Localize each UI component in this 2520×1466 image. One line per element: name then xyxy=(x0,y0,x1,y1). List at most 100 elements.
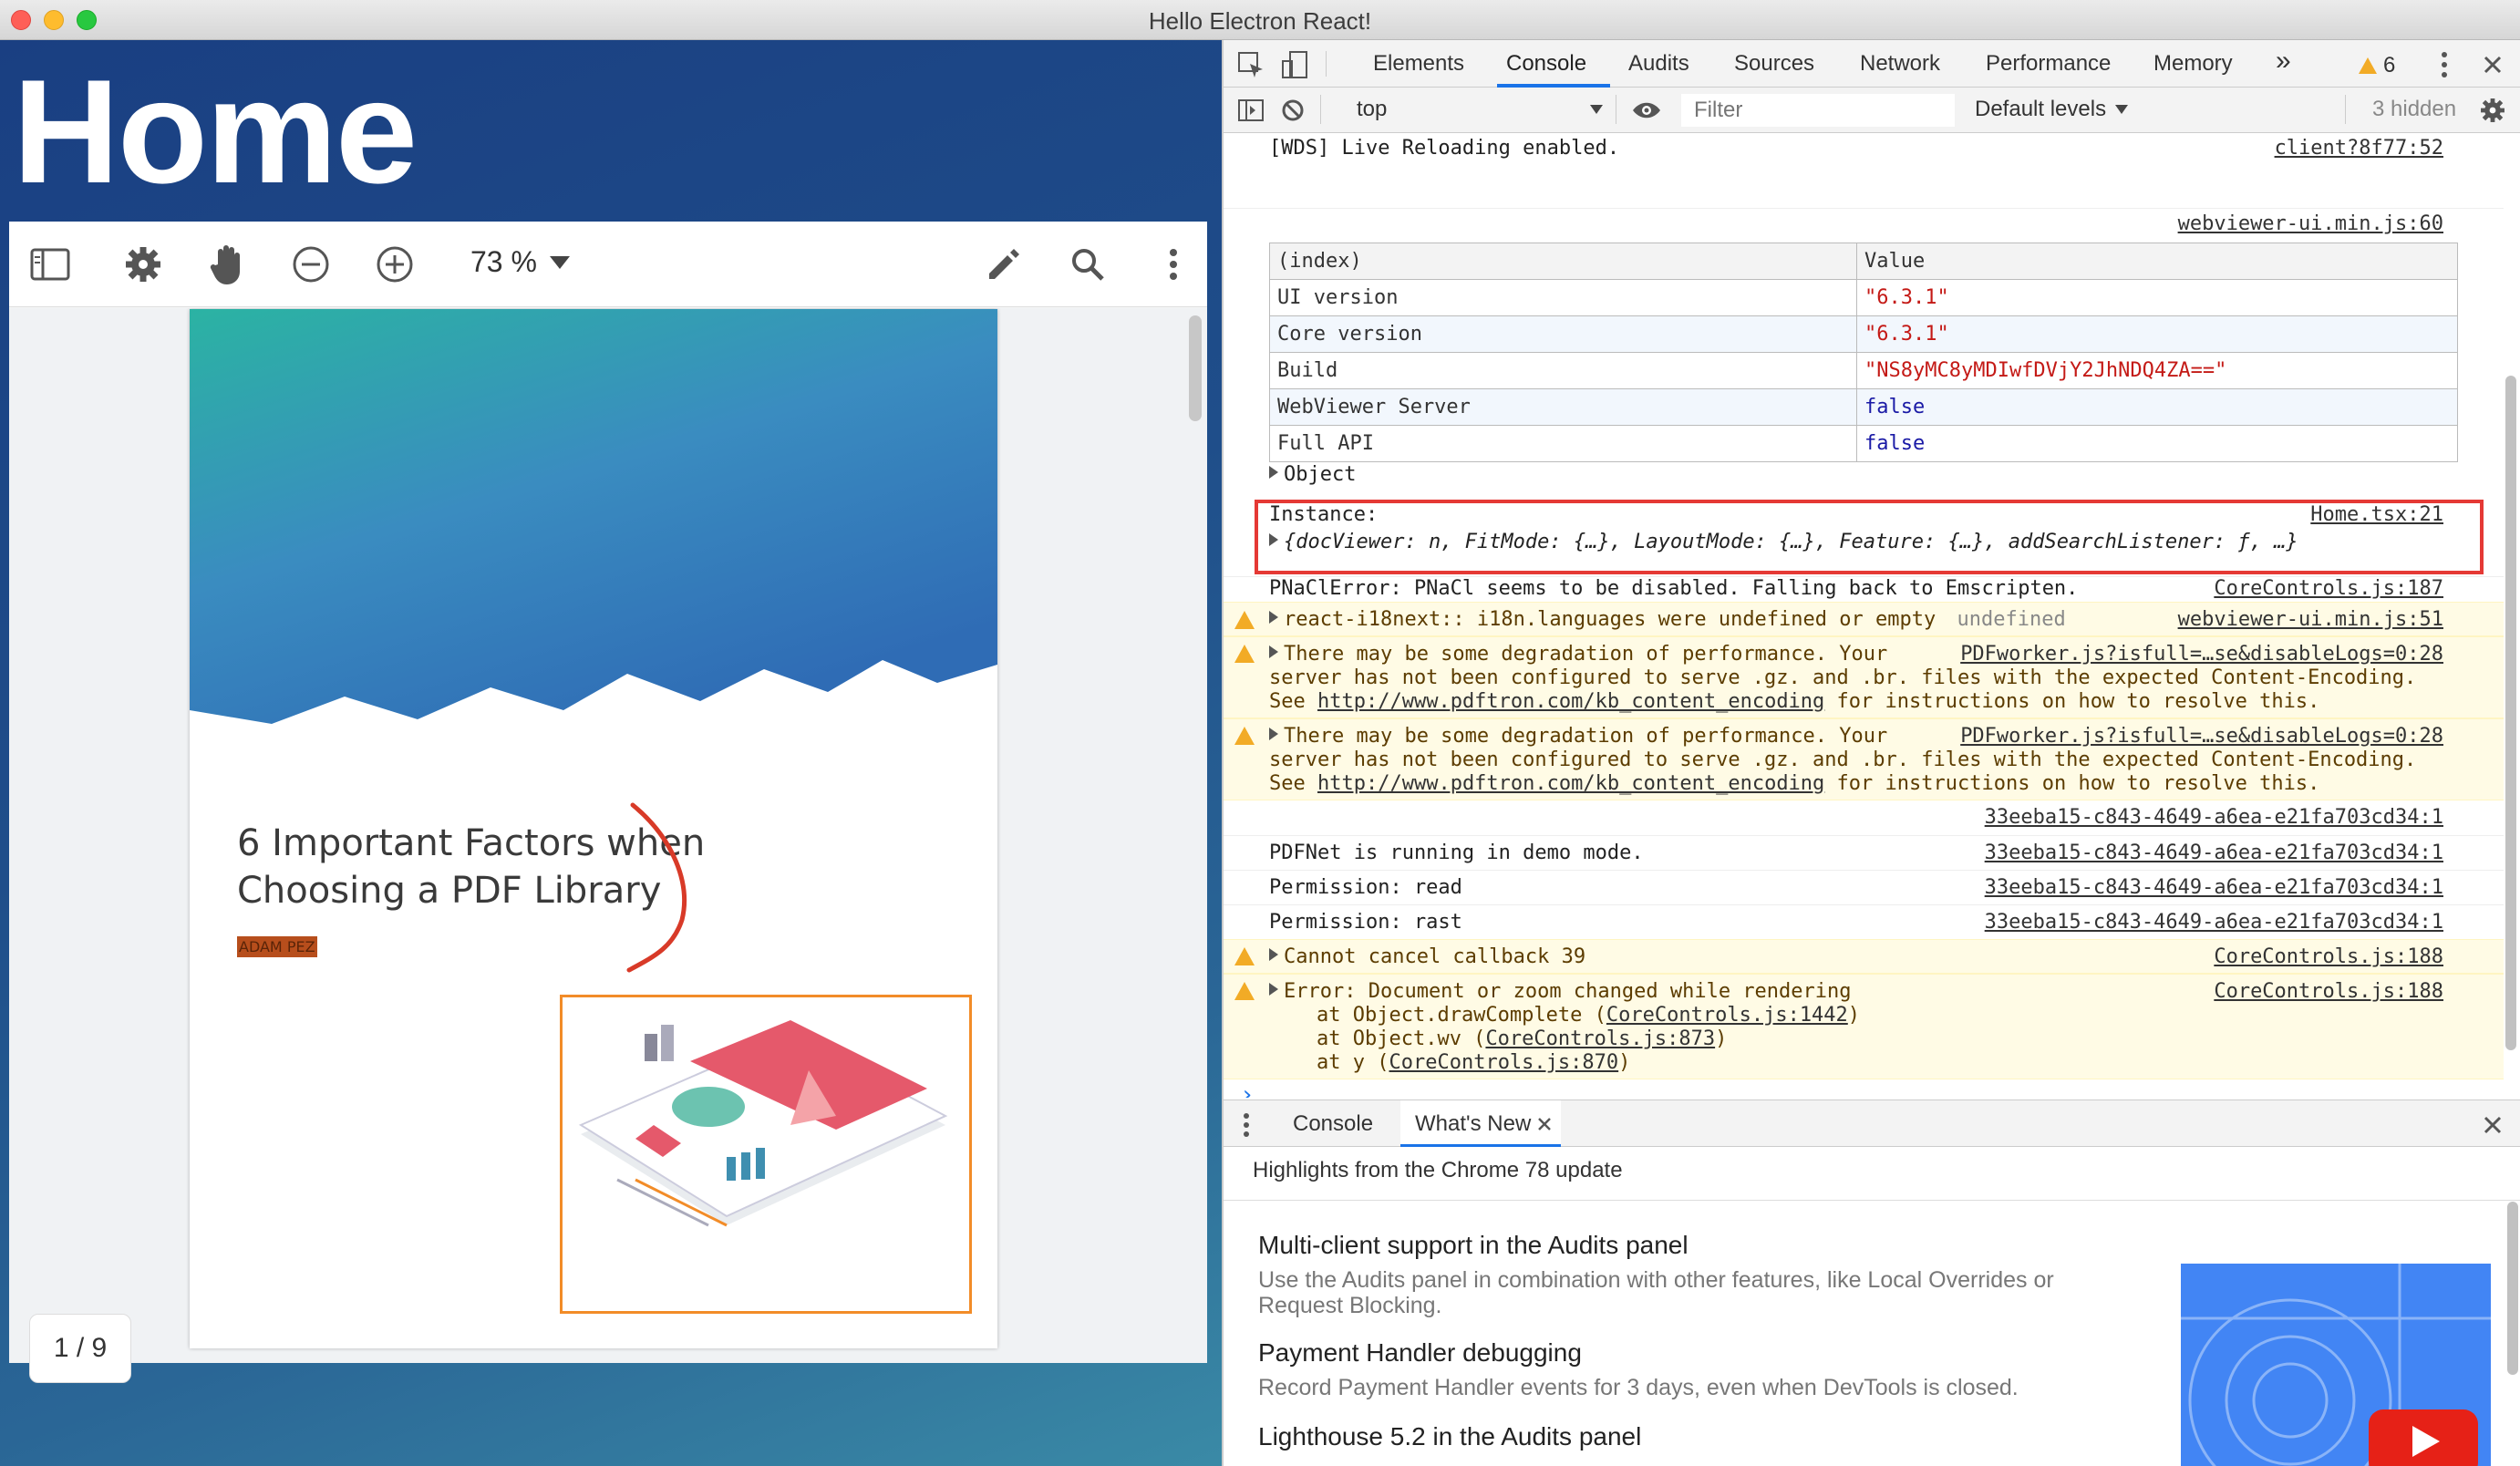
drawer-tab-whats-new[interactable]: What's New xyxy=(1400,1100,1561,1148)
message-url-link[interactable]: http://www.pdftron.com/kb_content_encodi… xyxy=(1317,772,1824,795)
expand-triangle-icon[interactable] xyxy=(1269,948,1278,961)
table-row: WebViewer Server false xyxy=(1269,388,2458,426)
stack-frame-text: ) xyxy=(1847,1004,1861,1027)
message-text: react-i18next:: i18n.languages were unde… xyxy=(1284,608,1936,631)
console-table: (index) Value UI version "6.3.1" Core ver… xyxy=(1269,243,2458,462)
pdf-page[interactable]: 6 Important Factors when Choosing a PDF … xyxy=(190,309,997,1348)
tab-audits[interactable]: Audits xyxy=(1628,51,1689,77)
search-icon[interactable] xyxy=(1065,242,1110,287)
video-thumbnail[interactable] xyxy=(2181,1264,2491,1466)
chrome-devtools-graphic xyxy=(2181,1264,2491,1466)
message-source-link[interactable]: client?8f77:52 xyxy=(2275,137,2443,160)
message-source-link[interactable]: webviewer-ui.min.js:51 xyxy=(2178,608,2443,631)
stack-frame-link[interactable]: CoreControls.js:870 xyxy=(1389,1051,1618,1074)
chevron-down-icon xyxy=(1590,105,1603,114)
tab-elements[interactable]: Elements xyxy=(1373,51,1464,77)
message-source-link[interactable]: CoreControls.js:188 xyxy=(2214,980,2443,1004)
message-text: for instructions on how to resolve this. xyxy=(1836,690,2320,713)
news-item-title[interactable]: Lighthouse 5.2 in the Audits panel xyxy=(1258,1422,1641,1451)
devtools-menu-icon[interactable] xyxy=(2431,42,2458,88)
console-messages[interactable]: [WDS] Live Reloading enabled. client?8f7… xyxy=(1224,133,2504,1098)
clear-console-icon[interactable] xyxy=(1275,88,1311,133)
console-warning[interactable]: Error: Document or zoom changed while re… xyxy=(1224,974,2504,1079)
tab-console[interactable]: Console xyxy=(1506,51,1586,77)
expand-triangle-icon[interactable] xyxy=(1269,728,1278,740)
warning-icon xyxy=(1234,727,1255,745)
close-tab-icon[interactable] xyxy=(1537,1117,1552,1131)
close-devtools-icon[interactable] xyxy=(2474,42,2511,88)
stack-frame-text: ) xyxy=(1715,1027,1728,1050)
message-text: Error: Document or zoom changed while re… xyxy=(1284,980,1852,1003)
warning-icon xyxy=(1234,982,1255,1000)
tab-network[interactable]: Network xyxy=(1860,51,1940,77)
zoom-out-icon[interactable] xyxy=(288,242,334,287)
warning-counter[interactable]: 6 xyxy=(2358,53,2395,78)
tab-sources[interactable]: Sources xyxy=(1734,51,1814,77)
pan-hand-icon[interactable] xyxy=(204,242,250,287)
expand-triangle-icon[interactable] xyxy=(1269,611,1278,624)
console-message[interactable]: Object xyxy=(1224,463,2504,490)
message-url-link[interactable]: http://www.pdftron.com/kb_content_encodi… xyxy=(1317,690,1824,713)
toolbar-divider xyxy=(1320,95,1321,124)
page-number-indicator[interactable]: 1 / 9 xyxy=(29,1314,131,1383)
expand-triangle-icon[interactable] xyxy=(1269,466,1278,479)
console-settings-gear-icon[interactable] xyxy=(2474,88,2511,133)
console-message: 33eeba15-c843-4649-a6ea-e21fa703cd34:1 xyxy=(1224,800,2504,835)
table-header: (index) xyxy=(1269,243,1857,280)
drawer-menu-icon[interactable] xyxy=(1233,1102,1260,1148)
stack-frame-link[interactable]: CoreControls.js:1442 xyxy=(1606,1004,1848,1027)
ink-annotation[interactable] xyxy=(618,801,700,984)
annotate-pencil-icon[interactable] xyxy=(981,242,1027,287)
console-message: PNaClError: PNaCl seems to be disabled. … xyxy=(1224,576,2504,604)
close-drawer-icon[interactable] xyxy=(2474,1102,2511,1148)
message-source-link[interactable]: 33eeba15-c843-4649-a6ea-e21fa703cd34:1 xyxy=(1985,806,2443,829)
tab-memory[interactable]: Memory xyxy=(2153,51,2233,77)
message-source-link[interactable]: 33eeba15-c843-4649-a6ea-e21fa703cd34:1 xyxy=(1985,841,2443,864)
news-item-title[interactable]: Multi-client support in the Audits panel xyxy=(1258,1231,1689,1260)
message-text: server has not been configured to serve … xyxy=(1269,748,2417,771)
zoom-in-icon[interactable] xyxy=(372,242,418,287)
message-source-link[interactable]: PDFworker.js?isfull=…se&disableLogs=0:28 xyxy=(1960,643,2443,666)
expand-triangle-icon[interactable] xyxy=(1269,645,1278,658)
live-expression-eye-icon[interactable] xyxy=(1627,88,1667,133)
document-container[interactable]: 6 Important Factors when Choosing a PDF … xyxy=(9,308,1207,1363)
viewer-scrollbar[interactable] xyxy=(1189,315,1202,421)
message-source-link[interactable]: PDFworker.js?isfull=…se&disableLogs=0:28 xyxy=(1960,725,2443,748)
tab-performance[interactable]: Performance xyxy=(1986,51,2111,77)
table-cell-key: Core version xyxy=(1269,315,1857,353)
console-prompt[interactable]: › xyxy=(1240,1081,1255,1098)
expand-triangle-icon[interactable] xyxy=(1269,983,1278,996)
news-item-title[interactable]: Payment Handler debugging xyxy=(1258,1338,1582,1368)
stack-frame-link[interactable]: CoreControls.js:873 xyxy=(1485,1027,1715,1050)
message-source-link[interactable]: CoreControls.js:187 xyxy=(2214,577,2443,600)
console-warning[interactable]: react-i18next:: i18n.languages were unde… xyxy=(1224,602,2504,636)
drawer-scrollbar[interactable] xyxy=(2507,1202,2518,1375)
console-sidebar-icon[interactable] xyxy=(1233,88,1269,133)
message-source-link[interactable]: 33eeba15-c843-4649-a6ea-e21fa703cd34:1 xyxy=(1985,876,2443,899)
drawer-tab-console[interactable]: Console xyxy=(1293,1111,1373,1137)
message-text: [WDS] Live Reloading enabled. xyxy=(1269,137,1620,160)
zoom-dropdown[interactable]: 73 % xyxy=(470,245,570,279)
console-warning[interactable]: There may be some degradation of perform… xyxy=(1224,636,2504,718)
sidebar-toggle-icon[interactable] xyxy=(27,242,73,287)
rectangle-annotation[interactable] xyxy=(560,995,972,1314)
stack-frame-text: ) xyxy=(1618,1051,1631,1074)
table-cell-key: UI version xyxy=(1269,279,1857,316)
context-selector[interactable]: top xyxy=(1357,97,1603,122)
inspect-element-icon[interactable] xyxy=(1231,42,1271,88)
console-warning[interactable]: Cannot cancel callback 39 CoreControls.j… xyxy=(1224,939,2504,974)
settings-gear-icon[interactable] xyxy=(120,242,166,287)
more-tabs-button[interactable]: » xyxy=(2276,46,2291,77)
log-levels-dropdown[interactable]: Default levels xyxy=(1975,97,2129,122)
console-filter-input[interactable] xyxy=(1681,94,1955,127)
console-scrollbar[interactable] xyxy=(2505,376,2516,1050)
console-warning[interactable]: There may be some degradation of perform… xyxy=(1224,718,2504,800)
device-toolbar-icon[interactable] xyxy=(1275,42,1315,88)
message-source-link[interactable]: webviewer-ui.min.js:60 xyxy=(2178,212,2443,235)
message-text: Permission: read xyxy=(1269,876,1462,899)
author-tag: ADAM PEZ xyxy=(237,936,317,957)
message-source-link[interactable]: CoreControls.js:188 xyxy=(2214,945,2443,968)
message-source-link[interactable]: 33eeba15-c843-4649-a6ea-e21fa703cd34:1 xyxy=(1985,911,2443,934)
more-menu-icon[interactable] xyxy=(1151,242,1196,287)
toolbar-divider xyxy=(2345,95,2346,124)
